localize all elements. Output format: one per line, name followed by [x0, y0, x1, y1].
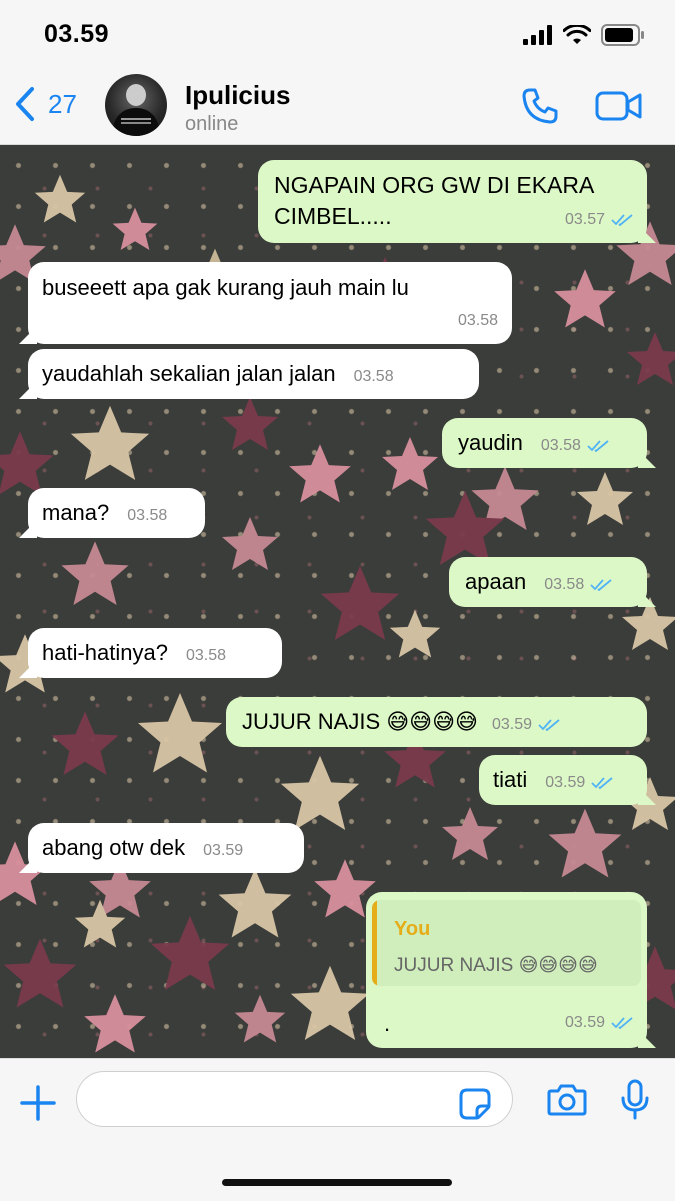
message-time: 03.58: [540, 437, 581, 454]
message-text: tiati: [493, 767, 528, 792]
message-bubble-incoming[interactable]: hati-hatinya? 03.58: [19, 628, 282, 678]
message-meta: 03.58: [354, 361, 394, 392]
message-meta: 03.59: [492, 709, 560, 740]
message-meta: 03.59: [203, 835, 243, 866]
message-bubble-incoming[interactable]: mana? 03.58: [19, 488, 205, 538]
message-text: JUJUR NAJIS 😅😅😅😅: [242, 709, 478, 734]
message-time: 03.58: [353, 368, 394, 385]
message-time: 03.57: [564, 211, 605, 228]
message-time: 03.59: [545, 774, 586, 791]
battery-icon: [601, 24, 644, 46]
message-time: 03.58: [127, 507, 168, 524]
message-input[interactable]: [76, 1071, 513, 1127]
message-text: buseeett apa gak kurang jauh main lu: [42, 275, 409, 300]
message-text: apaan: [465, 569, 527, 594]
message-bubble-incoming[interactable]: buseeett apa gak kurang jauh main lu 03.…: [19, 262, 512, 344]
read-receipt-icon: [590, 578, 612, 591]
message-text: .: [384, 1011, 391, 1036]
message-text: abang otw dek: [42, 835, 186, 860]
camera-button[interactable]: [547, 1083, 587, 1122]
phone-icon: [522, 88, 558, 124]
message-meta: 03.58: [458, 305, 498, 336]
message-bubble-incoming[interactable]: yaudahlah sekalian jalan jalan 03.58: [19, 349, 479, 399]
message-text: hati-hatinya?: [42, 640, 168, 665]
quote-accent-bar: [372, 900, 377, 986]
message-time: 03.58: [544, 576, 585, 593]
status-time: 03.59: [44, 20, 110, 48]
sticker-button[interactable]: [458, 1087, 492, 1126]
attach-button[interactable]: [20, 1085, 56, 1126]
quoted-message[interactable]: You JUJUR NAJIS 😅😅😅😅: [372, 900, 641, 986]
message-time: 03.59: [564, 1014, 605, 1031]
contact-name[interactable]: Ipulicius: [185, 80, 290, 111]
plus-icon: [20, 1085, 56, 1121]
message-bubble-incoming[interactable]: abang otw dek 03.59: [19, 823, 304, 873]
message-bubble-outgoing[interactable]: apaan 03.58: [449, 557, 656, 607]
message-meta: 03.58: [541, 430, 609, 461]
message-bubble-outgoing[interactable]: JUJUR NAJIS 😅😅😅😅 03.59: [226, 697, 647, 747]
status-icons: [523, 22, 645, 48]
read-receipt-icon: [591, 776, 613, 789]
microphone-button[interactable]: [620, 1079, 650, 1126]
chevron-left-icon: [16, 87, 34, 121]
message-text: yaudahlah sekalian jalan jalan: [42, 361, 336, 386]
message-meta: 03.59: [545, 767, 613, 798]
video-camera-icon: [595, 91, 642, 121]
message-bubble-outgoing-reply[interactable]: You JUJUR NAJIS 😅😅😅😅 . 03.59: [366, 892, 656, 1048]
microphone-icon: [621, 1079, 649, 1120]
message-text: yaudin: [458, 430, 523, 455]
contact-avatar[interactable]: [105, 74, 167, 136]
message-time: 03.58: [185, 647, 227, 664]
message-meta: 03.59: [565, 1007, 633, 1038]
message-text: mana?: [42, 500, 110, 525]
sticker-icon: [459, 1088, 491, 1120]
chat-area[interactable]: NGAPAIN ORG GW DI EKARA CIMBEL..... 03.5…: [0, 145, 675, 1058]
quoted-text: JUJUR NAJIS 😅😅😅😅: [394, 955, 598, 976]
quoted-author: You: [394, 918, 431, 940]
message-bubble-outgoing[interactable]: tiati 03.59: [479, 755, 656, 805]
back-button[interactable]: 27: [14, 86, 77, 122]
read-receipt-icon: [587, 439, 609, 452]
contact-status: online: [185, 113, 239, 135]
chat-header: 27 Ipulicius online: [0, 66, 675, 145]
camera-icon: [547, 1084, 587, 1116]
message-input-bar: [0, 1058, 675, 1201]
read-receipt-icon: [538, 718, 560, 731]
voice-call-button[interactable]: [520, 86, 560, 131]
message-bubble-outgoing[interactable]: yaudin 03.58: [442, 418, 656, 468]
home-indicator[interactable]: [222, 1179, 452, 1186]
message-meta: 03.58: [544, 569, 612, 600]
message-meta: 03.58: [186, 640, 226, 671]
message-bubble-outgoing[interactable]: NGAPAIN ORG GW DI EKARA CIMBEL..... 03.5…: [258, 160, 656, 243]
read-receipt-icon: [611, 213, 633, 226]
wifi-icon: [563, 25, 591, 44]
video-call-button[interactable]: [595, 90, 643, 127]
read-receipt-icon: [611, 1016, 633, 1029]
unread-count: 27: [48, 88, 77, 119]
message-time: 03.59: [203, 842, 244, 859]
message-time: 03.58: [457, 312, 498, 329]
message-meta: 03.57: [565, 204, 633, 235]
cellular-signal-icon: [523, 25, 552, 45]
message-time: 03.59: [491, 716, 533, 733]
status-bar: 03.59: [0, 0, 675, 66]
message-meta: 03.58: [127, 500, 167, 531]
